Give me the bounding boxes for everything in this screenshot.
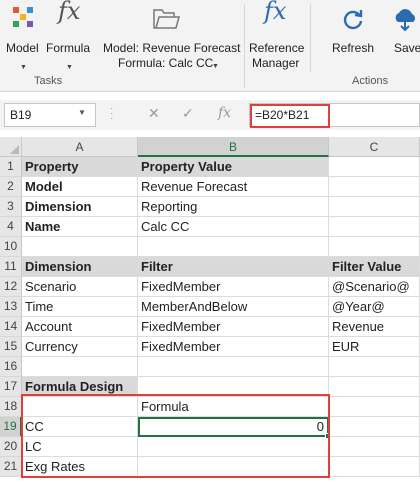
cell-b[interactable]: Revenue Forecast bbox=[138, 177, 329, 197]
confirm-entry-icon[interactable]: ✓ bbox=[182, 105, 194, 122]
cell-c[interactable]: EUR bbox=[329, 337, 420, 357]
row-header[interactable]: 3 bbox=[0, 197, 22, 217]
reference-manager-button[interactable]: fx Reference Manager bbox=[246, 0, 306, 72]
cell-c[interactable] bbox=[329, 417, 420, 437]
model-dropdown-icon: ▼ bbox=[20, 64, 27, 71]
column-header-b[interactable]: B bbox=[138, 137, 329, 157]
row-header[interactable]: 11 bbox=[0, 257, 22, 277]
ribbon-separator bbox=[244, 4, 245, 88]
formula-dropdown-icon: ▼ bbox=[66, 64, 73, 71]
cell-a[interactable]: Name bbox=[22, 217, 138, 237]
cell-b[interactable]: Property Value bbox=[138, 157, 329, 177]
cell-b[interactable]: FixedMember bbox=[138, 277, 329, 297]
cell-b[interactable]: FixedMember bbox=[138, 317, 329, 337]
refresh-label: Refresh bbox=[332, 41, 375, 55]
cell-b[interactable]: FixedMember bbox=[138, 337, 329, 357]
select-all-icon bbox=[10, 145, 19, 154]
row-header[interactable]: 21 bbox=[0, 457, 22, 477]
cell-a[interactable]: Scenario bbox=[22, 277, 138, 297]
cell-c[interactable] bbox=[329, 377, 420, 397]
cell-a[interactable]: Currency bbox=[22, 337, 138, 357]
function-icon: fx bbox=[58, 0, 81, 25]
cell-c[interactable] bbox=[329, 237, 420, 257]
cancel-entry-icon[interactable]: ✕ bbox=[148, 105, 160, 122]
folder-icon bbox=[153, 9, 180, 29]
cell-c[interactable] bbox=[329, 437, 420, 457]
cell-c[interactable] bbox=[329, 397, 420, 417]
cell-c[interactable]: Filter Value bbox=[329, 257, 420, 277]
cell-a[interactable]: Dimension bbox=[22, 197, 138, 217]
formula-label: Formula bbox=[46, 41, 91, 55]
cell-a[interactable]: Account bbox=[22, 317, 138, 337]
ribbon: Model ▼ fx Formula ▼ Model: Revenue Fore… bbox=[0, 0, 420, 92]
tasks-group-label: Tasks bbox=[34, 75, 63, 87]
formula-bar-grip-icon[interactable]: · · · bbox=[110, 104, 116, 124]
model-button[interactable]: Model ▼ bbox=[2, 2, 44, 72]
context-button[interactable]: Model: Revenue Forecast Formula: Calc CC… bbox=[100, 2, 240, 72]
context-dropdown-icon: ▼ bbox=[212, 63, 219, 70]
name-box-dropdown-icon[interactable]: ▼ bbox=[78, 108, 86, 117]
cell-c[interactable]: @Year@ bbox=[329, 297, 420, 317]
cell-c[interactable]: Revenue bbox=[329, 317, 420, 337]
cell-c[interactable] bbox=[329, 197, 420, 217]
reference-manager-label-1: Reference bbox=[249, 41, 305, 55]
actions-group-label: Actions bbox=[352, 75, 389, 87]
cell-a[interactable]: Time bbox=[22, 297, 138, 317]
name-box-value: B19 bbox=[10, 108, 32, 122]
select-all-button[interactable] bbox=[0, 137, 22, 157]
cell-c[interactable] bbox=[329, 457, 420, 477]
cell-b[interactable] bbox=[138, 357, 329, 377]
cell-c[interactable] bbox=[329, 177, 420, 197]
formula-button[interactable]: fx Formula ▼ bbox=[44, 0, 94, 72]
reference-function-icon: fx bbox=[264, 0, 287, 25]
cell-a[interactable] bbox=[22, 357, 138, 377]
model-label: Model bbox=[6, 41, 39, 55]
row-header[interactable]: 13 bbox=[0, 297, 22, 317]
formula-bar: B19 ▼ · · · ✕ ✓ fx =B20*B21 bbox=[0, 100, 420, 130]
reference-manager-label-2: Manager bbox=[252, 56, 300, 70]
cell-c[interactable] bbox=[329, 357, 420, 377]
cell-a[interactable]: Dimension bbox=[22, 257, 138, 277]
refresh-button[interactable]: Refresh bbox=[328, 2, 378, 72]
row-header[interactable]: 16 bbox=[0, 357, 22, 377]
row-header[interactable]: 20 bbox=[0, 437, 22, 457]
formula-highlight-box bbox=[250, 104, 330, 128]
model-icon bbox=[13, 7, 33, 27]
save-button[interactable]: Save bbox=[388, 2, 420, 72]
cloud-save-icon bbox=[395, 9, 416, 32]
row-header[interactable]: 14 bbox=[0, 317, 22, 337]
formula-design-highlight-box bbox=[21, 394, 330, 478]
cell-b[interactable]: Calc CC bbox=[138, 217, 329, 237]
row-header[interactable]: 4 bbox=[0, 217, 22, 237]
cell-a[interactable]: Model bbox=[22, 177, 138, 197]
context-model-label: Model: Revenue Forecast bbox=[103, 41, 241, 55]
cell-b[interactable] bbox=[138, 237, 329, 257]
insert-function-icon[interactable]: fx bbox=[218, 105, 231, 121]
row-header[interactable]: 18 bbox=[0, 397, 22, 417]
cell-c[interactable] bbox=[329, 157, 420, 177]
row-header[interactable]: 15 bbox=[0, 337, 22, 357]
cell-a[interactable] bbox=[22, 237, 138, 257]
cell-c[interactable] bbox=[329, 217, 420, 237]
row-header[interactable]: 2 bbox=[0, 177, 22, 197]
row-header[interactable]: 17 bbox=[0, 377, 22, 397]
refresh-icon bbox=[343, 10, 363, 30]
cell-c[interactable]: @Scenario@ bbox=[329, 277, 420, 297]
cell-b[interactable]: MemberAndBelow bbox=[138, 297, 329, 317]
column-header-c[interactable]: C bbox=[329, 137, 420, 157]
cell-a[interactable]: Property bbox=[22, 157, 138, 177]
cell-b[interactable]: Reporting bbox=[138, 197, 329, 217]
context-formula-label: Formula: Calc CC bbox=[118, 56, 214, 70]
cell-b[interactable]: Filter bbox=[138, 257, 329, 277]
row-header[interactable]: 12 bbox=[0, 277, 22, 297]
row-header[interactable]: 19 bbox=[0, 417, 22, 437]
row-header[interactable]: 1 bbox=[0, 157, 22, 177]
formula-bar-buttons: ✕ ✓ fx bbox=[134, 103, 246, 127]
row-header[interactable]: 10 bbox=[0, 237, 22, 257]
column-header-a[interactable]: A bbox=[22, 137, 138, 157]
ribbon-separator bbox=[310, 4, 311, 72]
save-label: Save bbox=[394, 41, 420, 55]
